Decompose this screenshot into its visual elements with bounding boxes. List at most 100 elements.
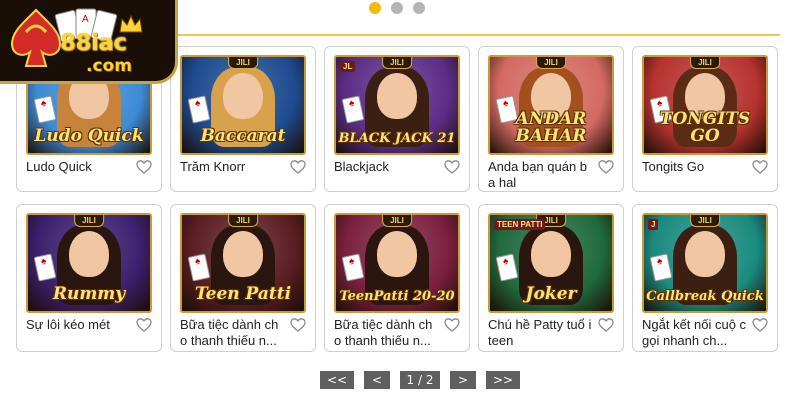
favorite-heart-icon[interactable] [444, 159, 460, 175]
carousel-dot[interactable] [413, 2, 425, 14]
favorite-heart-icon[interactable] [444, 317, 460, 333]
favorite-heart-icon[interactable] [598, 317, 614, 333]
playing-card-icon: ♠ [187, 95, 211, 124]
game-card[interactable]: ♠ JILI JL BLACK JACK 21 Blackjack [324, 46, 470, 192]
provider-badge: JILI [690, 57, 720, 69]
game-logo-text: Teen Patti [194, 284, 292, 304]
game-card[interactable]: ♠ JILI TEEN PATTI Joker Chú hề Patty tuổ i t… [478, 204, 624, 352]
playing-card-icon: ♠ [495, 253, 519, 282]
game-card[interactable]: ♠ JILI ANDAR BAHAR Anda bạn quán b a hal [478, 46, 624, 192]
brand-name: 88iac [60, 30, 127, 56]
first-page-button[interactable]: << [320, 371, 354, 389]
last-page-button[interactable]: >> [486, 371, 520, 389]
game-title[interactable]: Ngắt kết nối cuộ c gọi nhanh ch... [642, 317, 750, 349]
game-thumbnail[interactable]: ♠ JILI TONGITS GO [642, 55, 768, 155]
character-face [69, 231, 109, 277]
provider-badge: JILI [690, 215, 720, 227]
playing-card-icon: ♠ [187, 253, 211, 282]
game-title[interactable]: Sự lôi kéo mét [26, 317, 134, 333]
game-thumbnail[interactable]: ♠ JILI TeenPatti 20-20 [334, 213, 460, 313]
character-face [223, 73, 263, 119]
next-page-button[interactable]: > [450, 371, 476, 389]
section-divider [178, 34, 780, 36]
favorite-heart-icon[interactable] [752, 159, 768, 175]
game-thumbnail[interactable]: ♠ JILI TEEN PATTI Joker [488, 213, 614, 313]
card-meta: Ludo Quick [26, 159, 152, 175]
provider-badge: JILI [228, 215, 258, 227]
provider-badge: JILI [382, 57, 412, 69]
game-logo-text: Joker [525, 284, 577, 304]
card-meta: Chú hề Patty tuổ i teen [488, 317, 614, 349]
provider-badge: JILI [382, 215, 412, 227]
site-logo[interactable]: A 88iac .com [0, 0, 178, 84]
game-title[interactable]: Tongits Go [642, 159, 750, 175]
game-card[interactable]: ♠ JILI J Callbreak Quick Ngắt kết nối cuộ c … [632, 204, 778, 352]
favorite-heart-icon[interactable] [136, 159, 152, 175]
game-grid: ♠JILILudo QuickLudo Quick♠JILIBaccaratTr… [16, 46, 778, 352]
game-logo-text: Callbreak Quick [646, 289, 764, 304]
character-face [377, 231, 417, 277]
game-thumbnail[interactable]: ♠ JILI Rummy [26, 213, 152, 313]
game-card[interactable]: ♠ JILI Baccarat Trăm Knorr [170, 46, 316, 192]
game-logo-text: TONGITS GO [659, 109, 751, 146]
carousel-dot[interactable] [369, 2, 381, 14]
game-title[interactable]: Trăm Knorr [180, 159, 288, 175]
card-meta: Tongits Go [642, 159, 768, 175]
playing-card-icon: ♠ [341, 95, 365, 124]
brand-domain: .com [86, 56, 132, 76]
character-face [685, 231, 725, 277]
game-thumbnail[interactable]: ♠ JILI JL BLACK JACK 21 [334, 55, 460, 155]
game-badge: JL [340, 61, 356, 72]
favorite-heart-icon[interactable] [290, 317, 306, 333]
card-meta: Anda bạn quán b a hal [488, 159, 614, 191]
card-meta: Blackjack [334, 159, 460, 175]
game-title[interactable]: Bữa tiệc dành ch o thanh thiếu n... [334, 317, 442, 349]
game-badge: J [648, 219, 659, 230]
favorite-heart-icon[interactable] [752, 317, 768, 333]
character-face [377, 73, 417, 119]
game-thumbnail[interactable]: ♠ JILI Teen Patti [180, 213, 306, 313]
character-face [531, 231, 571, 277]
game-thumbnail[interactable]: ♠ JILI ANDAR BAHAR [488, 55, 614, 155]
favorite-heart-icon[interactable] [290, 159, 306, 175]
game-title[interactable]: Chú hề Patty tuổ i teen [488, 317, 596, 349]
page-indicator: 1 / 2 [400, 371, 440, 389]
game-logo-text: ANDAR BAHAR [515, 109, 587, 146]
game-title[interactable]: Blackjack [334, 159, 442, 175]
game-badge: TEEN PATTI [494, 219, 546, 230]
provider-badge: JILI [536, 57, 566, 69]
playing-card-icon: ♠ [33, 95, 57, 124]
game-card[interactable]: ♠ JILI TONGITS GO Tongits Go [632, 46, 778, 192]
card-meta: Bữa tiệc dành ch o thanh thiếu n... [334, 317, 460, 349]
game-title[interactable]: Anda bạn quán b a hal [488, 159, 596, 191]
carousel-dots [369, 2, 425, 14]
favorite-heart-icon[interactable] [136, 317, 152, 333]
card-meta: Sự lôi kéo mét [26, 317, 152, 333]
game-thumbnail[interactable]: ♠ JILI Baccarat [180, 55, 306, 155]
carousel-dot[interactable] [391, 2, 403, 14]
playing-card-icon: ♠ [649, 253, 673, 282]
game-logo-text: BLACK JACK 21 [338, 131, 456, 146]
card-meta: Bữa tiệc dành ch o thanh thiếu n... [180, 317, 306, 349]
playing-card-icon: ♠ [33, 253, 57, 282]
game-title[interactable]: Bữa tiệc dành ch o thanh thiếu n... [180, 317, 288, 349]
prev-page-button[interactable]: < [364, 371, 390, 389]
provider-badge: JILI [228, 57, 258, 69]
game-title[interactable]: Ludo Quick [26, 159, 134, 175]
game-logo-text: Baccarat [200, 126, 286, 146]
game-card[interactable]: ♠ JILI Rummy Sự lôi kéo mét [16, 204, 162, 352]
svg-text:A: A [82, 14, 89, 25]
game-card[interactable]: ♠ JILI TeenPatti 20-20 Bữa tiệc dành ch o t… [324, 204, 470, 352]
card-meta: Trăm Knorr [180, 159, 306, 175]
playing-card-icon: ♠ [341, 253, 365, 282]
game-logo-text: Ludo Quick [34, 126, 144, 146]
favorite-heart-icon[interactable] [598, 159, 614, 175]
game-logo-text: Rummy [52, 284, 126, 304]
game-card[interactable]: ♠ JILI Teen Patti Bữa tiệc dành ch o thanh … [170, 204, 316, 352]
card-meta: Ngắt kết nối cuộ c gọi nhanh ch... [642, 317, 768, 349]
game-logo-text: TeenPatti 20-20 [339, 289, 455, 304]
character-face [223, 231, 263, 277]
game-thumbnail[interactable]: ♠ JILI J Callbreak Quick [642, 213, 768, 313]
provider-badge: JILI [74, 215, 104, 227]
pagination: << < 1 / 2 > >> [320, 371, 520, 389]
